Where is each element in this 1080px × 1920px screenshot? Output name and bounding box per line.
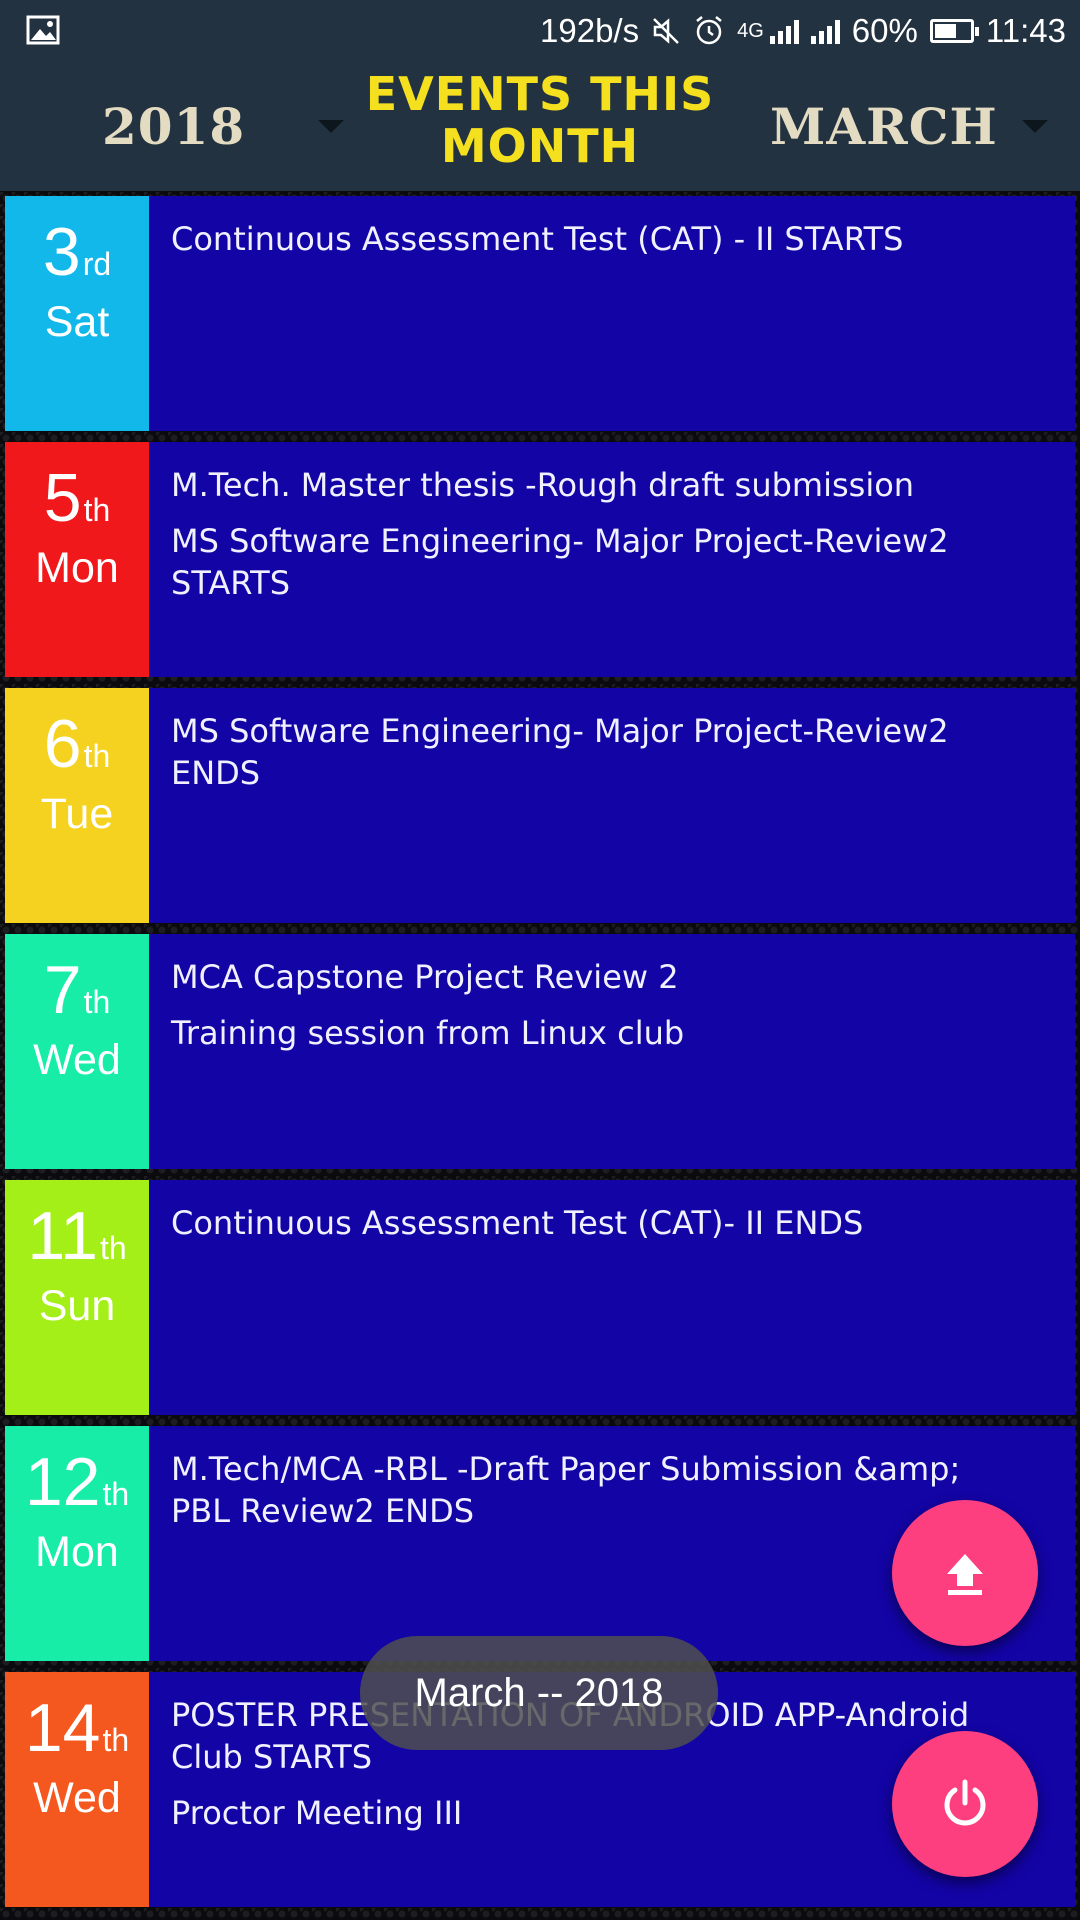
ordinal-suffix: rd: [82, 246, 112, 282]
date-number: 11th: [27, 1202, 126, 1270]
signal-icon: [810, 18, 840, 44]
event-title: MS Software Engineering- Major Project-R…: [171, 522, 949, 602]
date-badge: 11th Sun: [5, 1180, 149, 1415]
date-number: 6th: [44, 710, 111, 778]
status-bar: 192b/s 4G 60% 11:43: [0, 0, 1080, 62]
date-number: 5th: [44, 464, 111, 532]
month-selector[interactable]: MARCH: [770, 62, 998, 191]
event-details: M.Tech. Master thesis -Rough draft submi…: [149, 442, 1075, 677]
date-badge: 7th Wed: [5, 934, 149, 1169]
event-title: MCA Capstone Project Review 2: [171, 958, 679, 996]
power-button[interactable]: [892, 1731, 1038, 1877]
network-speed: 192b/s: [540, 12, 640, 49]
weekday-label: Mon: [35, 1528, 119, 1576]
power-icon: [944, 1779, 986, 1826]
battery-percent: 60%: [851, 12, 918, 49]
toast-message: March -- 2018: [360, 1636, 718, 1750]
network-type: 4G: [737, 19, 764, 42]
event-title: Continuous Assessment Test (CAT)- II END…: [171, 1204, 864, 1242]
weekday-label: Wed: [33, 1036, 121, 1084]
date-number: 3rd: [43, 218, 111, 286]
ordinal-suffix: th: [102, 1476, 130, 1512]
date-number: 12th: [25, 1448, 129, 1516]
day-number: 7: [43, 952, 82, 1028]
date-badge: 12th Mon: [5, 1426, 149, 1661]
mute-icon: [653, 18, 679, 44]
alarm-icon: [696, 16, 722, 45]
ordinal-suffix: th: [102, 1722, 130, 1758]
event-card[interactable]: 5th Mon M.Tech. Master thesis -Rough draft…: [5, 442, 1075, 677]
ordinal-suffix: th: [83, 492, 111, 528]
event-title: Continuous Assessment Test (CAT) - II ST…: [171, 220, 904, 258]
battery-icon: [929, 19, 979, 43]
day-number: 5: [43, 460, 82, 536]
day-number: 14: [24, 1690, 101, 1766]
date-badge: 6th Tue: [5, 688, 149, 923]
image-icon: [26, 15, 60, 45]
date-badge: 14th Wed: [5, 1672, 149, 1907]
event-card[interactable]: 3rd Sat Continuous Assessment Test (CAT) -…: [5, 196, 1075, 431]
signal-icon: [769, 18, 799, 44]
ordinal-suffix: th: [99, 1230, 127, 1266]
event-title: Training session from Linux club: [171, 1014, 685, 1052]
event-card[interactable]: 11th Sun Continuous Assessment Test (CAT)-…: [5, 1180, 1075, 1415]
date-number: 7th: [44, 956, 111, 1024]
header: 2018 EVENTS THIS MONTH MARCH: [0, 62, 1080, 191]
event-details: MCA Capstone Project Review 2 Training se…: [149, 934, 1075, 1169]
day-number: 11: [27, 1198, 98, 1274]
page-title: EVENTS THIS MONTH: [365, 67, 715, 173]
date-number: 14th: [25, 1694, 129, 1762]
ordinal-suffix: th: [83, 984, 111, 1020]
event-details: Continuous Assessment Test (CAT) - II ST…: [149, 196, 1075, 431]
weekday-label: Sun: [38, 1282, 116, 1330]
ordinal-suffix: th: [83, 738, 111, 774]
day-number: 12: [24, 1444, 101, 1520]
year-selector[interactable]: 2018: [102, 62, 245, 191]
weekday-label: Mon: [35, 544, 119, 592]
date-badge: 3rd Sat: [5, 196, 149, 431]
event-card[interactable]: 7th Wed MCA Capstone Project Review 2 Train…: [5, 934, 1075, 1169]
event-details: MS Software Engineering- Major Project-R…: [149, 688, 1075, 923]
date-badge: 5th Mon: [5, 442, 149, 677]
upload-button[interactable]: [892, 1500, 1038, 1646]
event-title: M.Tech/MCA -RBL -Draft Paper Submission …: [171, 1450, 961, 1530]
day-number: 6: [43, 706, 82, 782]
weekday-label: Sat: [44, 298, 110, 346]
weekday-label: Tue: [40, 790, 114, 838]
event-details: Continuous Assessment Test (CAT)- II END…: [149, 1180, 1075, 1415]
day-number: 3: [42, 214, 81, 290]
clock: 11:43: [985, 12, 1066, 49]
event-title: M.Tech. Master thesis -Rough draft submi…: [171, 466, 915, 504]
event-title: MS Software Engineering- Major Project-R…: [171, 712, 949, 792]
weekday-label: Wed: [33, 1774, 121, 1822]
month-dropdown-icon[interactable]: [1022, 120, 1048, 133]
upload-icon: [947, 1554, 983, 1595]
event-card[interactable]: 6th Tue MS Software Engineering- Major Pro…: [5, 688, 1075, 923]
